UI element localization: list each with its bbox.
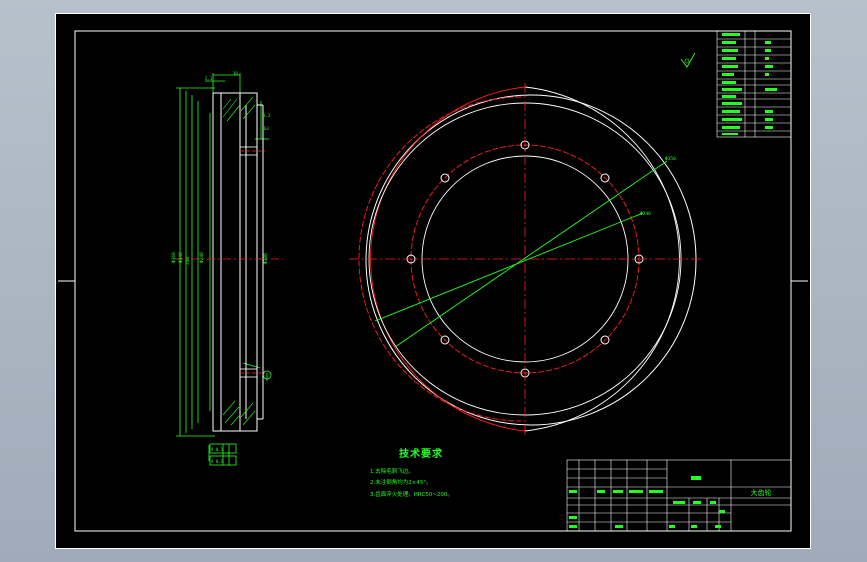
svg-text:2.1: 2.1: [205, 76, 213, 81]
svg-text:63: 63: [264, 126, 269, 131]
outer-frame: [55, 13, 811, 549]
gear-parameter-table: [716, 30, 792, 138]
part-name-label: 大齿轮: [751, 488, 772, 497]
title-block: 大齿轮: [566, 459, 792, 532]
svg-text:A 0.1: A 0.1: [211, 459, 224, 464]
drawing-canvas[interactable]: 2.1 30 3.2 63 ① A 0.1 A 0.1 Φ360 Φ340 24…: [55, 13, 811, 549]
front-view: Φ350 Φ240: [349, 52, 701, 435]
svg-text:30: 30: [233, 71, 238, 76]
svg-text:Φ240: Φ240: [640, 211, 651, 217]
svg-text:Φ300: Φ300: [263, 253, 269, 264]
svg-text:3.2: 3.2: [263, 113, 271, 118]
engineering-drawing: 2.1 30 3.2 63 ① A 0.1 A 0.1 Φ360 Φ340 24…: [55, 13, 811, 549]
section-view: 2.1 30 3.2 63 ① A 0.1 A 0.1 Φ360 Φ340 24…: [171, 71, 283, 466]
cad-viewport[interactable]: 2.1 30 3.2 63 ① A 0.1 A 0.1 Φ360 Φ340 24…: [0, 0, 867, 562]
svg-text:A 0.1: A 0.1: [211, 447, 224, 452]
tech-requirements-title: 技术要求: [399, 449, 443, 460]
svg-text:Φ340: Φ340: [178, 252, 184, 263]
svg-text:Φ350: Φ350: [665, 156, 676, 162]
svg-text:Φ240: Φ240: [199, 252, 205, 263]
tech-requirement-3: 3.齿面淬火处理，HRC50~200。: [370, 492, 453, 498]
svg-text:Φ360: Φ360: [171, 252, 177, 263]
tech-requirement-2: 2.未注倒角均为2×45°。: [370, 480, 432, 486]
svg-text:240: 240: [185, 257, 191, 265]
svg-text:①: ①: [262, 374, 266, 379]
tech-requirement-1: 1.去除毛刺飞边。: [370, 469, 414, 475]
